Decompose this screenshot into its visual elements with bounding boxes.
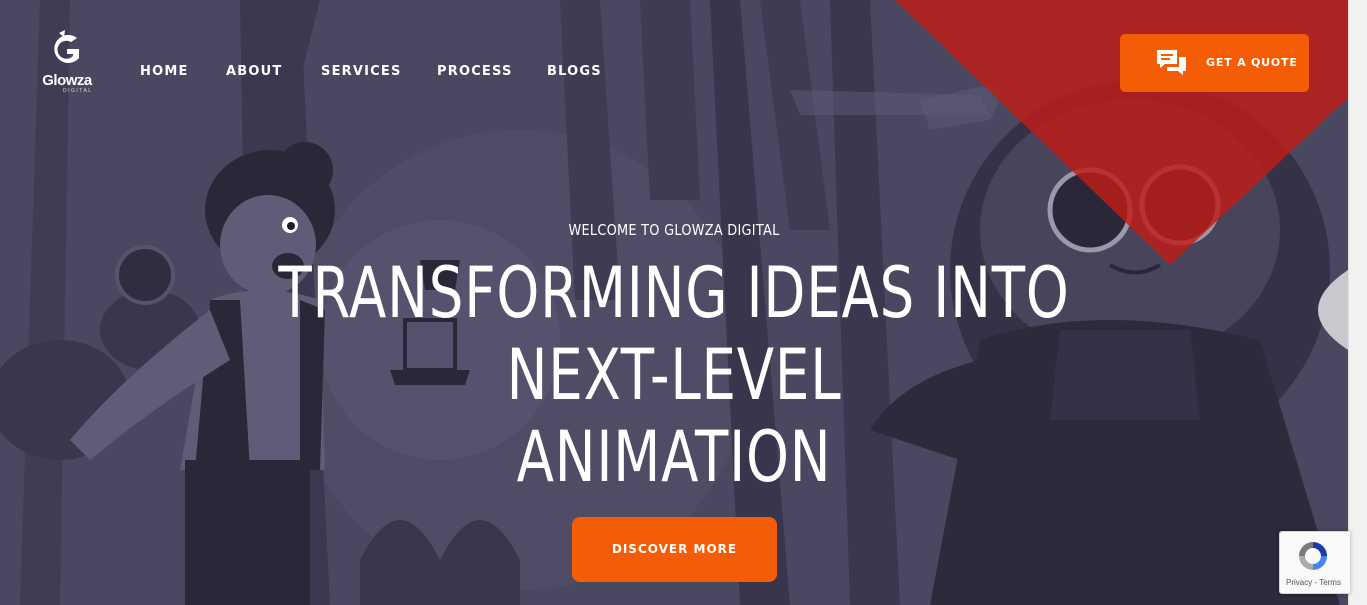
get-a-quote-button[interactable]: GET A QUOTE (1120, 34, 1309, 92)
glowza-g-icon (54, 30, 79, 63)
page-scrollbar[interactable] (1348, 0, 1367, 605)
hero-eyebrow: WELCOME TO GLOWZA DIGITAL (568, 221, 780, 239)
chat-bubbles-icon (1157, 50, 1186, 75)
hero-headline: TRANSFORMING IDEAS INTO NEXT-LEVEL ANIMA… (148, 252, 1199, 498)
logo-subtitle: DIGITAL (63, 88, 93, 94)
nav-process[interactable]: PROCESS (437, 64, 513, 79)
recaptcha-badge[interactable]: Privacy - Terms (1279, 531, 1350, 594)
side-slider-tab[interactable] (1318, 270, 1348, 350)
recaptcha-icon (1299, 542, 1327, 570)
recaptcha-links[interactable]: Privacy - Terms (1286, 578, 1341, 587)
headline-line-3: ANIMATION (516, 416, 832, 498)
nav-about[interactable]: ABOUT (226, 64, 282, 79)
discover-more-label: DISCOVER MORE (611, 542, 738, 556)
headline-line-1: TRANSFORMING IDEAS INTO (278, 252, 1070, 334)
nav-blogs[interactable]: BLOGS (547, 64, 602, 79)
nav-home[interactable]: HOME (140, 64, 189, 79)
logo-wordmark: Glowza (42, 72, 92, 89)
discover-more-button[interactable]: DISCOVER MORE (572, 517, 777, 582)
headline-line-2: NEXT-LEVEL (506, 334, 842, 416)
brand-logo[interactable]: Glowza DIGITAL (39, 28, 95, 94)
nav-services[interactable]: SERVICES (321, 64, 402, 79)
get-a-quote-label: GET A QUOTE (1206, 56, 1298, 69)
